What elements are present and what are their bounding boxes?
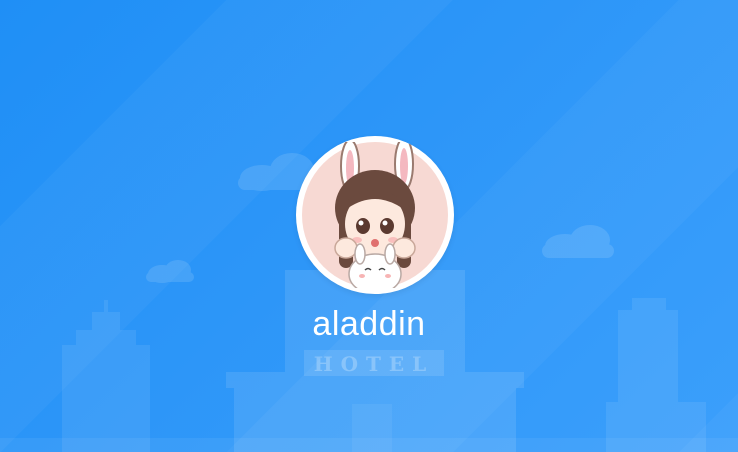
cloud-icon [542,225,614,258]
cloud-icon [146,260,194,283]
ground [0,438,738,452]
user-avatar[interactable] [296,136,454,294]
hotel-sign-text: HOTEL [314,352,435,376]
login-background: HOTEL aladdin [0,0,738,452]
username-label: aladdin [312,305,426,343]
bunny-girl-avatar-icon [302,142,448,288]
